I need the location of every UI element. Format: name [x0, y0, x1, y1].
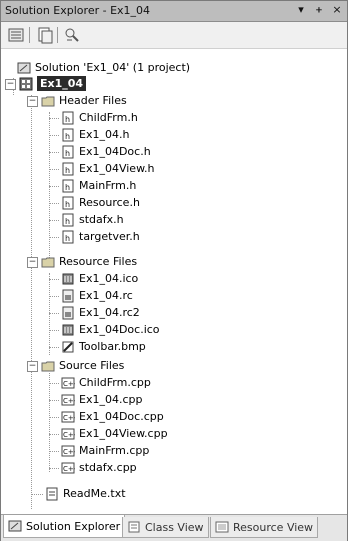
bottom-tab-bar: Solution Explorer Class View Resource Vi… [1, 514, 347, 541]
close-icon[interactable]: × [331, 3, 343, 17]
file-resource[interactable]: Toolbar.bmp [61, 338, 146, 355]
tab-resource-view[interactable]: Resource View [210, 517, 319, 538]
header-file-icon: h [61, 162, 75, 176]
cpp-file-icon: C++ [61, 444, 80, 458]
project-node[interactable]: Ex1_04 [19, 75, 87, 92]
title-bar[interactable]: Solution Explorer - Ex1_04 ▾ ᚐ × [1, 1, 347, 22]
file-header[interactable]: h ChildFrm.h [61, 109, 138, 126]
toolbar-separator [57, 27, 58, 43]
window-title: Solution Explorer - Ex1_04 [5, 4, 151, 17]
file-resource[interactable]: Ex1_04.ico [61, 270, 138, 287]
tab-class-view[interactable]: Class View [122, 517, 209, 538]
svg-text:h: h [65, 115, 70, 124]
header-file-icon: h [61, 111, 75, 125]
svg-text:C++: C++ [63, 380, 75, 388]
folder-icon [41, 255, 55, 269]
header-file-icon: h [61, 196, 75, 210]
file-resource[interactable]: Ex1_04Doc.ico [61, 321, 160, 338]
bitmap-file-icon [61, 340, 75, 354]
cpp-file-icon: C++ [61, 427, 80, 441]
text-file-icon [45, 487, 59, 501]
file-source[interactable]: C++Ex1_04View.cpp [61, 425, 168, 442]
header-file-icon: h [61, 230, 75, 244]
dropdown-icon[interactable]: ▾ [295, 3, 307, 17]
svg-text:C++: C++ [63, 465, 75, 473]
cpp-file-icon: C++ [61, 376, 80, 390]
folder-header-files[interactable]: Header Files [41, 92, 127, 109]
solution-tree[interactable]: Solution 'Ex1_04' (1 project) − Ex1_04 −… [1, 49, 347, 511]
folder-source-files[interactable]: Source Files [41, 357, 124, 374]
icon-file-icon [61, 272, 75, 286]
svg-text:C++: C++ [63, 431, 75, 439]
collapse-header-files-toggle[interactable]: − [27, 96, 38, 107]
icon-file-icon [61, 323, 75, 337]
cpp-file-icon: C++ [61, 393, 80, 407]
resource-script-icon [61, 289, 75, 303]
file-header[interactable]: h stdafx.h [61, 211, 124, 228]
file-header[interactable]: h Resource.h [61, 194, 140, 211]
cpp-file-icon: C++ [61, 461, 80, 475]
file-source[interactable]: C++ChildFrm.cpp [61, 374, 151, 391]
header-file-icon: h [61, 128, 75, 142]
file-header[interactable]: h targetver.h [61, 228, 140, 245]
solution-explorer-icon [8, 519, 22, 533]
file-header[interactable]: h Ex1_04.h [61, 126, 129, 143]
view-class-diagram-icon[interactable] [63, 26, 81, 44]
svg-text:h: h [65, 234, 70, 243]
solution-explorer-window: Solution Explorer - Ex1_04 ▾ ᚐ × Solutio… [0, 0, 348, 541]
file-source[interactable]: C++stdafx.cpp [61, 459, 137, 476]
file-resource[interactable]: Ex1_04.rc2 [61, 304, 140, 321]
toolbar-separator [29, 27, 30, 43]
collapse-source-files-toggle[interactable]: − [27, 361, 38, 372]
file-source[interactable]: C++Ex1_04Doc.cpp [61, 408, 164, 425]
project-icon [19, 77, 33, 91]
svg-text:h: h [65, 166, 70, 175]
svg-text:h: h [65, 149, 70, 158]
svg-text:C++: C++ [63, 414, 75, 422]
resource-view-icon [215, 520, 229, 534]
svg-text:h: h [65, 200, 70, 209]
folder-icon [41, 359, 55, 373]
folder-icon [41, 94, 55, 108]
svg-text:C++: C++ [63, 397, 75, 405]
show-all-files-icon[interactable] [35, 26, 53, 44]
file-resource[interactable]: Ex1_04.rc [61, 287, 133, 304]
solution-node[interactable]: Solution 'Ex1_04' (1 project) [17, 59, 190, 76]
file-source[interactable]: C++MainFrm.cpp [61, 442, 149, 459]
svg-text:h: h [65, 217, 70, 226]
header-file-icon: h [61, 179, 75, 193]
tab-solution-explorer[interactable]: Solution Explorer [3, 515, 126, 538]
properties-icon[interactable] [7, 26, 25, 44]
file-header[interactable]: h Ex1_04View.h [61, 160, 155, 177]
collapse-resource-files-toggle[interactable]: − [27, 257, 38, 268]
file-source[interactable]: C++Ex1_04.cpp [61, 391, 142, 408]
toolbar [1, 22, 347, 49]
folder-resource-files[interactable]: Resource Files [41, 253, 137, 270]
header-file-icon: h [61, 213, 75, 227]
file-header[interactable]: h Ex1_04Doc.h [61, 143, 151, 160]
svg-text:C++: C++ [63, 448, 75, 456]
cpp-file-icon: C++ [61, 410, 80, 424]
resource-script-icon [61, 306, 75, 320]
svg-text:h: h [65, 183, 70, 192]
file-readme[interactable]: ReadMe.txt [45, 485, 126, 502]
header-file-icon: h [61, 145, 75, 159]
class-view-icon [127, 520, 141, 534]
pin-icon[interactable]: ᚐ [313, 3, 325, 17]
svg-text:h: h [65, 132, 70, 141]
solution-icon [17, 61, 31, 75]
file-header[interactable]: h MainFrm.h [61, 177, 136, 194]
collapse-project-toggle[interactable]: − [5, 79, 16, 90]
